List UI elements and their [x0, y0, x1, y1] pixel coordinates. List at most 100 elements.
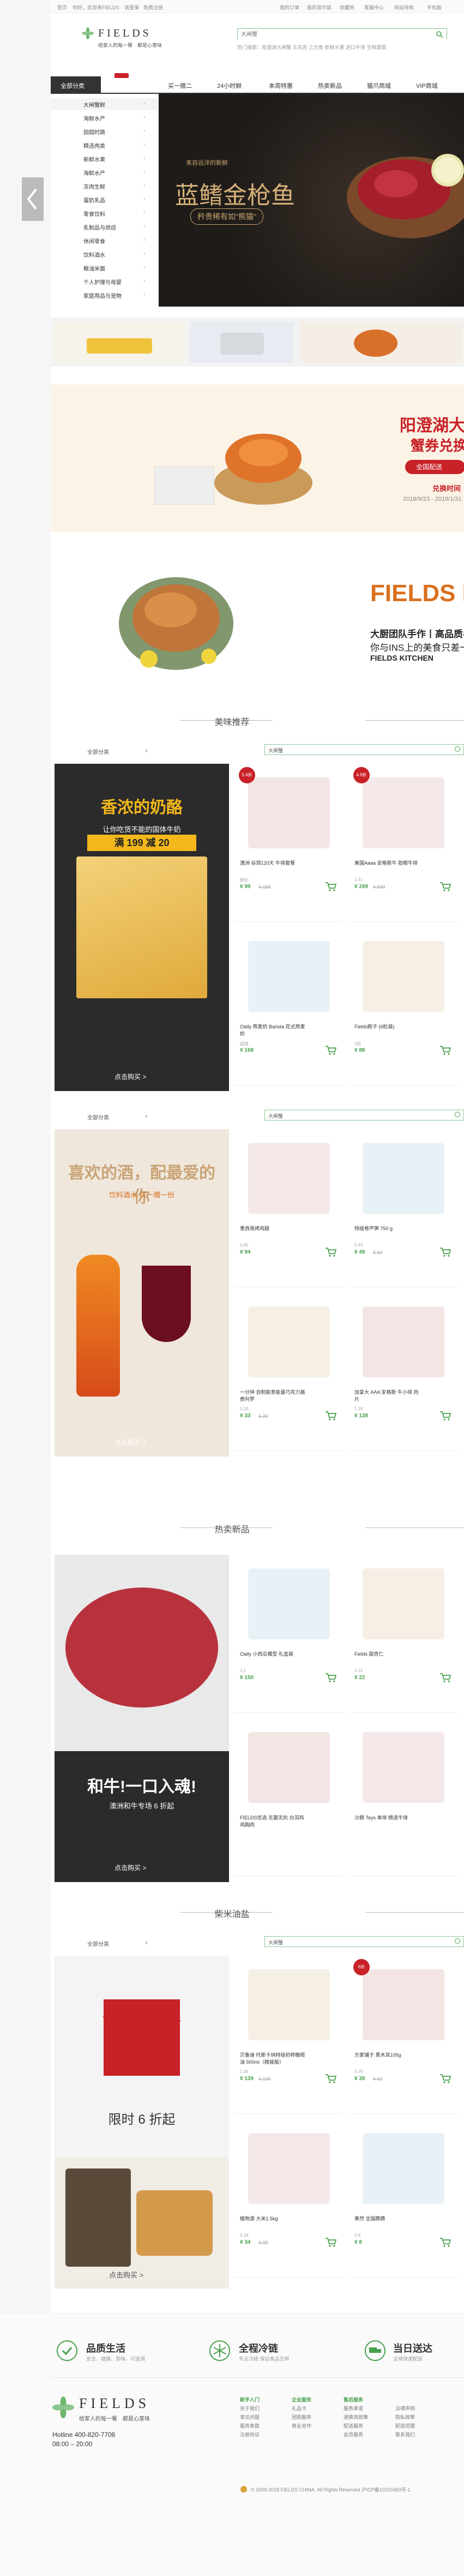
section-search-input[interactable]: 大闸蟹	[268, 747, 283, 754]
crab-promo-button[interactable]: 全国配送	[405, 460, 464, 474]
cart-icon[interactable]	[324, 1247, 338, 1257]
product-card[interactable]: 4.9折 美国Aaaa 安格斯牛 肋眼牛排 1.41 ¥ 299 ¥ 599	[349, 764, 458, 922]
top-link[interactable]: 请登录	[124, 4, 139, 11]
cart-icon[interactable]	[324, 1045, 338, 1056]
buy-now-link[interactable]: 点击购买 >	[115, 1437, 146, 1447]
product-card[interactable]: 一分钟 自制能意能量巧克力酱 费列罗 0.33 ¥ 33 ¥ 39	[234, 1293, 344, 1451]
sidebar-item[interactable]: 家庭用品与宠物 ›	[51, 289, 159, 301]
product-card[interactable]: 加拿大 AAA 安格斯 牛小排 肉片 1.38 ¥ 138	[349, 1293, 458, 1451]
sidebar-item[interactable]: 海鲜水产 ›	[51, 112, 159, 124]
cart-icon[interactable]	[324, 1410, 338, 1421]
product-card[interactable]: 植物源 大米1.5kg 0.34 ¥ 34 ¥ 39	[234, 2119, 344, 2278]
top-link[interactable]: 手机版	[427, 4, 442, 11]
category-dropdown[interactable]: 全部分类	[87, 747, 109, 760]
top-link[interactable]: 我的订单	[280, 4, 299, 11]
product-card[interactable]: Oatly 燕麦奶 Barista 花式燕麦奶 超值 ¥ 168	[234, 927, 344, 1086]
buy-now-link[interactable]: 点击购买 >	[109, 2269, 143, 2280]
cart-icon[interactable]	[324, 2073, 338, 2084]
mini-banner[interactable]	[299, 322, 463, 363]
sidebar-item[interactable]: 海鲜水产 ›	[51, 166, 159, 178]
sidebar-item[interactable]: 休闲零食 ›	[51, 235, 159, 247]
search-icon[interactable]	[455, 1112, 460, 1117]
cart-icon[interactable]	[439, 2073, 452, 2084]
sidebar-item[interactable]: 饮料酒水 ›	[51, 248, 159, 260]
nav-item[interactable]: 24小时鲜	[217, 81, 242, 90]
section-banner[interactable]: 喜欢的酒，配最爱的你 饮料酒水 买一赠一份 点击购买 >	[55, 1129, 229, 1457]
cart-icon[interactable]	[324, 881, 338, 892]
cart-icon[interactable]	[439, 1247, 452, 1257]
top-link[interactable]: 收藏夹	[340, 4, 354, 11]
top-link[interactable]: 首页	[57, 4, 67, 11]
sidebar-item[interactable]: 冻肉生鲜 ›	[51, 180, 159, 192]
footer-link[interactable]: 礼品卡	[292, 2404, 311, 2413]
footer-link[interactable]: 服务承诺	[344, 2404, 368, 2413]
search-input[interactable]	[238, 29, 447, 40]
cart-icon[interactable]	[439, 1410, 452, 1421]
footer-link[interactable]: 法律声明	[395, 2404, 415, 2413]
footer-link[interactable]: 常见问题	[240, 2413, 260, 2422]
footer-link[interactable]: 团购服务	[292, 2413, 311, 2422]
footer-link[interactable]: 商业合作	[292, 2422, 311, 2430]
nav-item[interactable]: VIP商城	[416, 81, 438, 90]
buy-now-link[interactable]: 点击购买 >	[115, 1072, 146, 1081]
sidebar-item[interactable]: 新鲜水果 ›	[51, 153, 159, 165]
footer-link[interactable]: 服务条款	[240, 2422, 260, 2430]
product-card[interactable]: 5.4折 澳洲 谷饲120天 牛排套餐 原价 ¥ 99 ¥ 188	[234, 764, 344, 922]
sidebar-item[interactable]: 大闸蟹鲜 ›	[51, 98, 159, 110]
sidebar-item[interactable]: 田园时蔬 ›	[51, 125, 159, 137]
section-search-input[interactable]: 大闸蟹	[268, 1939, 283, 1946]
product-card[interactable]: 果然 全国蕨蕨 0.8 ¥ 8	[349, 2119, 458, 2278]
search-icon[interactable]	[455, 746, 460, 752]
kitchen-promo-banner[interactable]: FIELDS KITCHEN 大厨团队手作丨高品质半成品 你与INS上的美食只差…	[51, 542, 464, 694]
nav-item[interactable]: 猫爪商城	[367, 81, 391, 90]
site-logo[interactable]: FIELDS 给家人的每一餐 都是心意味	[82, 25, 207, 52]
footer-link[interactable]: 会员服务	[344, 2430, 368, 2439]
mini-banner[interactable]	[54, 322, 185, 363]
search-icon[interactable]	[436, 31, 443, 38]
cart-icon[interactable]	[324, 2237, 338, 2248]
product-card[interactable]: Fields 甜杏仁 0.22 ¥ 22	[349, 1555, 458, 1713]
crab-promo-banner[interactable]: 阳澄湖大闸蟹 蟹券兑换 全国配送 兑换时间 2018/9/23 - 2019/1…	[51, 385, 464, 532]
sidebar-item[interactable]: 零食饮料 ›	[51, 207, 159, 219]
sidebar-item[interactable]: 精选肉类 ›	[51, 139, 159, 151]
cart-icon[interactable]	[439, 1045, 452, 1056]
sidebar-item[interactable]: 粮油米面 ›	[51, 262, 159, 274]
cart-icon[interactable]	[439, 1672, 452, 1683]
carousel-prev-button[interactable]	[22, 177, 44, 221]
cart-icon[interactable]	[439, 2237, 452, 2248]
cart-icon[interactable]	[324, 1672, 338, 1683]
footer-link[interactable]: 联系我们	[395, 2430, 415, 2439]
product-card[interactable]: Fields粽子 (6粒装) 5折 ¥ 88	[349, 927, 458, 1086]
footer-link[interactable]: 隐私政策	[395, 2413, 415, 2422]
category-dropdown[interactable]: 全部分类	[87, 1939, 109, 1952]
category-dropdown[interactable]: 全部分类	[87, 1113, 109, 1126]
product-card[interactable]: FIELDS优选 无菌无抗 白羽鸡鸡胸肉	[234, 1718, 344, 1877]
sidebar-item[interactable]: 个人护理与母婴 ›	[51, 275, 159, 287]
product-card[interactable]: 墨西哥烤鸡腿 0.89 ¥ 94	[234, 1129, 344, 1287]
product-card[interactable]: 沙朗 Teys 单排 精选牛排	[349, 1718, 458, 1877]
footer-link[interactable]: 配送范围	[395, 2422, 415, 2430]
footer-link[interactable]: 配送服务	[344, 2422, 368, 2430]
section-search-input[interactable]: 大闸蟹	[268, 1112, 283, 1119]
product-card[interactable]: 特级卷芦笋 750 g 0.49 ¥ 49 ¥ 69	[349, 1129, 458, 1287]
section-banner[interactable]: 点击购买 >	[55, 2158, 229, 2289]
nav-item[interactable]: 本周特惠	[269, 81, 293, 90]
top-link[interactable]: 我的菲尔兹	[307, 4, 332, 11]
top-link[interactable]: 网站导航	[394, 4, 414, 11]
footer-link[interactable]: 注册协议	[240, 2430, 260, 2439]
top-link[interactable]: 免费注册	[143, 4, 163, 11]
cart-icon[interactable]	[439, 881, 452, 892]
buy-now-link[interactable]: 点击购买 >	[115, 1863, 146, 1872]
product-card[interactable]: 贝鲁迪 托斯卡纳特级初榨橄榄油 500ml（精装版） 1.39 ¥ 139 ¥ 199	[234, 1956, 344, 2114]
hero-banner[interactable]: 来自远洋的新鲜 蓝鳍金枪鱼 矜贵稀有如"熊猫"	[159, 94, 464, 307]
mini-banner[interactable]	[190, 322, 294, 363]
nav-item[interactable]: 买一赠二	[168, 81, 192, 90]
sidebar-item[interactable]: 乳制品与烘焙 ›	[51, 221, 159, 233]
top-link[interactable]: 客服中心	[364, 4, 384, 11]
nav-item[interactable]: 热卖新品	[318, 81, 342, 90]
product-card[interactable]: Oatly 小西瓜模型 礼盒装 1.5 ¥ 150	[234, 1555, 344, 1713]
sidebar-item[interactable]: 蛋奶乳品 ›	[51, 194, 159, 206]
section-banner[interactable]: 和牛!一口入魂! 澳洲和牛专场 6 折起 点击购买 >	[55, 1555, 229, 1882]
section-banner[interactable]: 香浓的奶酪 让你吃货不能的国体牛奶满 199 减 20 点击购买 >	[55, 764, 229, 1091]
product-card[interactable]: 6折 方家铺子 黑木耳105g 0.39 ¥ 39 ¥ 69	[349, 1956, 458, 2114]
